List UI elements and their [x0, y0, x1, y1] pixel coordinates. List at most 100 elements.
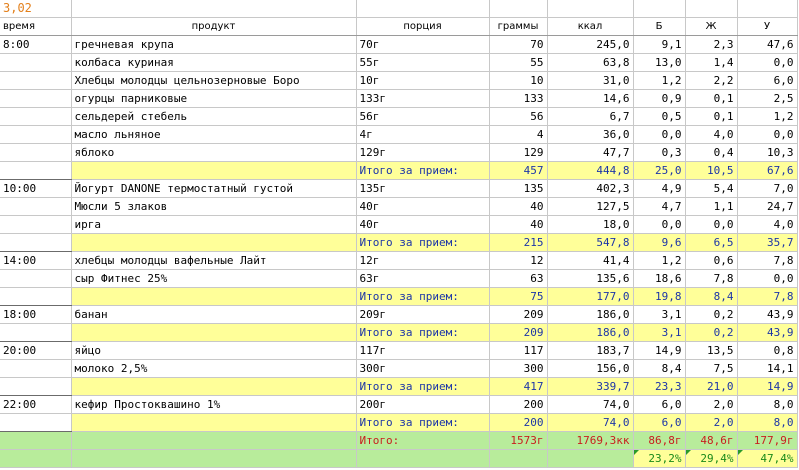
kcal-cell[interactable]: 6,7 [547, 107, 634, 126]
total-kcal[interactable]: 1769,3кк [547, 431, 634, 450]
subtotal-protein[interactable]: 25,0 [633, 161, 686, 180]
carbs-cell[interactable]: 4,0 [737, 215, 798, 234]
subtotal-label[interactable]: Итого за прием: [356, 287, 490, 306]
top-value-cell[interactable]: 3,02 [0, 0, 72, 18]
time-cell[interactable] [0, 125, 72, 144]
kcal-cell[interactable]: 18,0 [547, 215, 634, 234]
product-cell[interactable]: гречневая крупа [71, 35, 357, 54]
portion-cell[interactable]: 55г [356, 53, 490, 72]
grams-cell[interactable]: 200 [489, 395, 548, 414]
portion-cell[interactable]: 4г [356, 125, 490, 144]
subtotal-grams[interactable]: 200 [489, 413, 548, 432]
subtotal-label[interactable]: Итого за прием: [356, 323, 490, 342]
subtotal-label[interactable]: Итого за прием: [356, 161, 490, 180]
header-carbs[interactable]: У [737, 17, 798, 36]
subtotal-fat[interactable]: 21,0 [685, 377, 738, 396]
protein-cell[interactable]: 0,5 [633, 107, 686, 126]
protein-cell[interactable]: 0,9 [633, 89, 686, 108]
portion-cell[interactable]: 135г [356, 179, 490, 198]
protein-cell[interactable]: 9,1 [633, 35, 686, 54]
empty-cell[interactable] [71, 413, 357, 432]
empty-cell[interactable] [71, 161, 357, 180]
empty-cell[interactable] [71, 233, 357, 252]
carbs-cell[interactable]: 7,8 [737, 251, 798, 270]
grams-cell[interactable]: 133 [489, 89, 548, 108]
grams-cell[interactable]: 70 [489, 35, 548, 54]
product-cell[interactable]: банан [71, 305, 357, 324]
time-cell[interactable] [0, 413, 72, 432]
empty-cell[interactable] [71, 0, 357, 18]
time-cell[interactable]: 18:00 [0, 305, 72, 324]
subtotal-fat[interactable]: 8,4 [685, 287, 738, 306]
subtotal-carbs[interactable]: 14,9 [737, 377, 798, 396]
subtotal-carbs[interactable]: 43,9 [737, 323, 798, 342]
carbs-cell[interactable]: 0,0 [737, 125, 798, 144]
product-cell[interactable]: огурцы парниковые [71, 89, 357, 108]
grams-cell[interactable]: 40 [489, 197, 548, 216]
empty-cell[interactable] [71, 323, 357, 342]
subtotal-protein[interactable]: 3,1 [633, 323, 686, 342]
grams-cell[interactable]: 55 [489, 53, 548, 72]
time-cell[interactable] [0, 107, 72, 126]
grams-cell[interactable]: 56 [489, 107, 548, 126]
fat-cell[interactable]: 7,8 [685, 269, 738, 288]
subtotal-grams[interactable]: 209 [489, 323, 548, 342]
subtotal-kcal[interactable]: 547,8 [547, 233, 634, 252]
time-cell[interactable] [0, 143, 72, 162]
grams-cell[interactable]: 12 [489, 251, 548, 270]
empty-cell[interactable] [737, 0, 798, 18]
product-cell[interactable]: колбаса куриная [71, 53, 357, 72]
header-grams[interactable]: граммы [489, 17, 548, 36]
grams-cell[interactable]: 117 [489, 341, 548, 360]
protein-cell[interactable]: 1,2 [633, 71, 686, 90]
header-fat[interactable]: Ж [685, 17, 738, 36]
fat-cell[interactable]: 0,0 [685, 215, 738, 234]
subtotal-kcal[interactable]: 186,0 [547, 323, 634, 342]
portion-cell[interactable]: 129г [356, 143, 490, 162]
subtotal-protein[interactable]: 9,6 [633, 233, 686, 252]
empty-cell[interactable] [547, 449, 634, 468]
fat-cell[interactable]: 0,4 [685, 143, 738, 162]
fat-cell[interactable]: 5,4 [685, 179, 738, 198]
kcal-cell[interactable]: 127,5 [547, 197, 634, 216]
kcal-cell[interactable]: 183,7 [547, 341, 634, 360]
kcal-cell[interactable]: 41,4 [547, 251, 634, 270]
percent-carbs[interactable]: 47,4% [737, 449, 798, 468]
fat-cell[interactable]: 0,1 [685, 107, 738, 126]
product-cell[interactable]: яйцо [71, 341, 357, 360]
subtotal-carbs[interactable]: 67,6 [737, 161, 798, 180]
grams-cell[interactable]: 129 [489, 143, 548, 162]
total-protein[interactable]: 86,8г [633, 431, 686, 450]
portion-cell[interactable]: 200г [356, 395, 490, 414]
carbs-cell[interactable]: 10,3 [737, 143, 798, 162]
protein-cell[interactable]: 0,0 [633, 125, 686, 144]
portion-cell[interactable]: 133г [356, 89, 490, 108]
subtotal-carbs[interactable]: 7,8 [737, 287, 798, 306]
kcal-cell[interactable]: 36,0 [547, 125, 634, 144]
fat-cell[interactable]: 7,5 [685, 359, 738, 378]
time-cell[interactable]: 8:00 [0, 35, 72, 54]
grams-cell[interactable]: 209 [489, 305, 548, 324]
subtotal-protein[interactable]: 19,8 [633, 287, 686, 306]
empty-cell[interactable] [71, 449, 357, 468]
carbs-cell[interactable]: 2,5 [737, 89, 798, 108]
header-kcal[interactable]: ккал [547, 17, 634, 36]
time-cell[interactable] [0, 215, 72, 234]
fat-cell[interactable]: 0,6 [685, 251, 738, 270]
fat-cell[interactable]: 13,5 [685, 341, 738, 360]
subtotal-grams[interactable]: 417 [489, 377, 548, 396]
carbs-cell[interactable]: 6,0 [737, 71, 798, 90]
protein-cell[interactable]: 13,0 [633, 53, 686, 72]
protein-cell[interactable]: 1,2 [633, 251, 686, 270]
carbs-cell[interactable]: 14,1 [737, 359, 798, 378]
empty-cell[interactable] [489, 449, 548, 468]
empty-cell[interactable] [356, 0, 490, 18]
portion-cell[interactable]: 12г [356, 251, 490, 270]
protein-cell[interactable]: 18,6 [633, 269, 686, 288]
header-portion[interactable]: порция [356, 17, 490, 36]
subtotal-grams[interactable]: 75 [489, 287, 548, 306]
percent-fat[interactable]: 29,4% [685, 449, 738, 468]
total-grams[interactable]: 1573г [489, 431, 548, 450]
time-cell[interactable] [0, 377, 72, 396]
subtotal-fat[interactable]: 6,5 [685, 233, 738, 252]
